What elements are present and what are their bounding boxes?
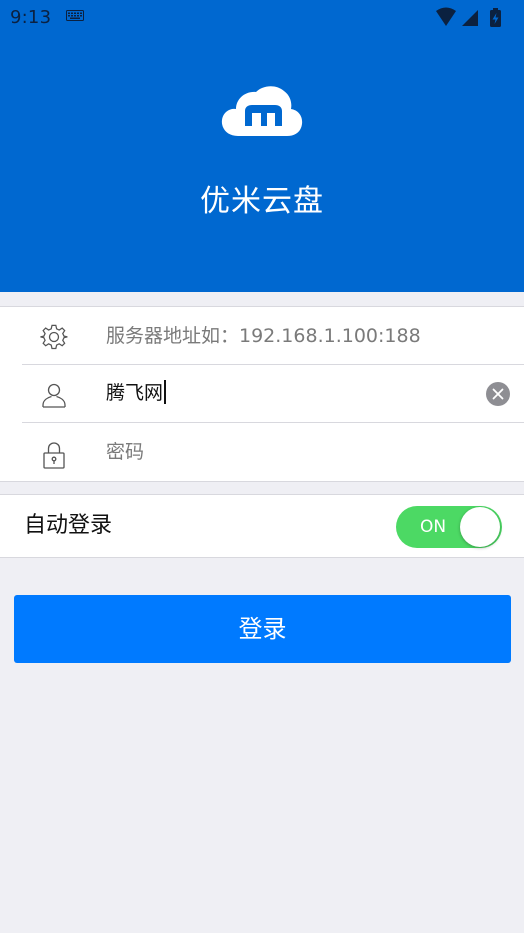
password-row <box>22 423 524 481</box>
clear-icon[interactable] <box>486 382 510 406</box>
status-bar: 9:13 <box>0 0 524 34</box>
auto-login-row: 自动登录 ON <box>0 494 524 558</box>
auto-login-label: 自动登录 <box>24 513 113 538</box>
gear-icon <box>40 324 68 350</box>
header: 9:13 优米云盘 <box>0 0 524 292</box>
login-button[interactable]: 登录 <box>14 595 511 663</box>
auto-login-toggle[interactable]: ON <box>396 506 502 548</box>
keyboard-icon <box>66 10 84 21</box>
toggle-knob <box>460 507 500 547</box>
server-address-input[interactable] <box>106 307 476 364</box>
server-row <box>22 307 524 365</box>
status-icons <box>436 7 501 27</box>
username-row: 腾飞网 <box>22 365 524 423</box>
toggle-state-text: ON <box>420 517 447 537</box>
battery-charging-icon <box>490 8 501 27</box>
password-input[interactable] <box>106 423 476 481</box>
cloud-logo-icon <box>221 86 303 136</box>
text-cursor <box>164 380 167 404</box>
username-value: 腾飞网 <box>106 382 164 404</box>
app-title: 优米云盘 <box>200 184 324 219</box>
signal-icon <box>462 10 478 26</box>
lock-icon <box>43 442 65 469</box>
login-form: 腾飞网 <box>0 306 524 482</box>
status-time: 9:13 <box>10 7 52 28</box>
wifi-icon <box>436 7 456 26</box>
username-input[interactable]: 腾飞网 <box>106 365 167 422</box>
user-icon <box>42 383 66 408</box>
